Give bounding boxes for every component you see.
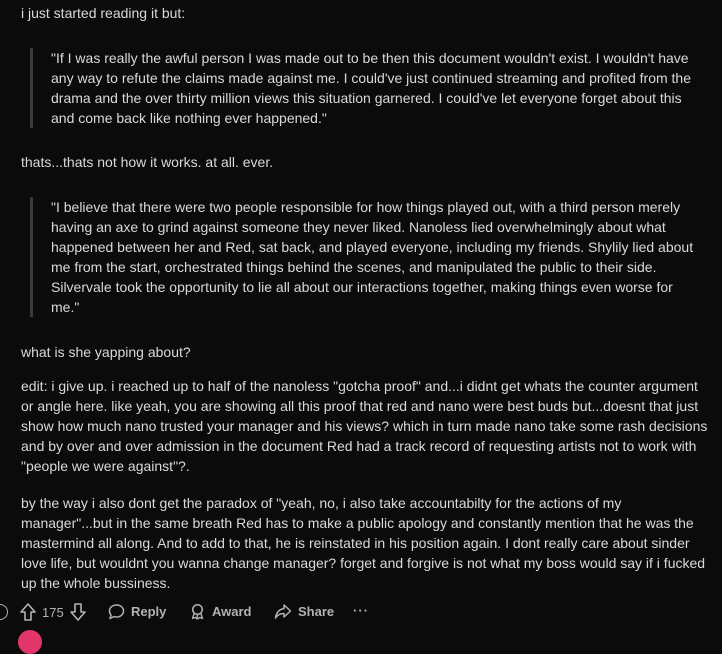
avatar[interactable]: [18, 630, 42, 654]
comment-paragraph: by the way i also dont get the paradox o…: [21, 495, 706, 591]
share-label: Share: [298, 604, 335, 619]
comment-paragraph: thats...thats not how it works. at all. …: [21, 154, 274, 170]
more-options-icon: ···: [353, 603, 369, 618]
thread-collapse-icon[interactable]: [0, 604, 8, 620]
speech-bubble-icon: [108, 603, 125, 620]
comment-paragraph: what is she yapping about?: [21, 344, 191, 360]
quote-text: "If I was really the awful person I was …: [51, 50, 692, 126]
share-arrow-icon: [274, 603, 292, 620]
vote-count: 175: [42, 604, 64, 620]
upvote-arrow-icon[interactable]: [20, 603, 36, 621]
quote-text: "I believe that there were two people re…: [51, 199, 694, 315]
downvote-arrow-icon[interactable]: [69, 603, 86, 621]
blockquote: "I believe that there were two people re…: [30, 197, 700, 317]
blockquote: "If I was really the awful person I was …: [30, 48, 700, 128]
reply-label: Reply: [131, 604, 167, 619]
comment-paragraph: edit: i give up. i reached up to half of…: [21, 378, 708, 474]
award-label: Award: [212, 604, 252, 619]
share-button[interactable]: Share: [274, 603, 334, 620]
reply-button[interactable]: Reply: [108, 603, 166, 620]
vote-group: 175: [20, 603, 86, 621]
award-ribbon-icon: [189, 603, 206, 620]
more-options-button[interactable]: ···: [353, 603, 369, 618]
comment-paragraph: i just started reading it but:: [21, 5, 186, 21]
award-button[interactable]: Award: [189, 603, 252, 620]
